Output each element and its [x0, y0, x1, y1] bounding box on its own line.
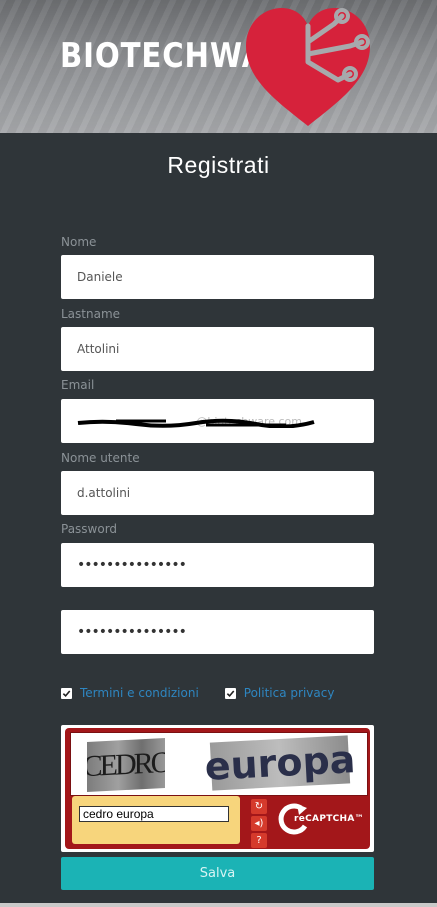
nome-label: Nome: [61, 235, 97, 249]
password-label: Password: [61, 522, 118, 536]
password-field[interactable]: •••••••••••••••: [61, 543, 374, 587]
page-title: Registrati: [167, 152, 270, 178]
email-redaction-mark: [77, 418, 315, 428]
help-icon[interactable]: ?: [251, 833, 267, 848]
recaptcha-widget: CEDRO europa cedro europa ↻ ◂) ? reCAPTC…: [65, 728, 370, 849]
header-banner: BIOTECHWARE: [0, 0, 437, 133]
terms-checkbox[interactable]: [61, 687, 72, 699]
captcha-response-input[interactable]: cedro europa: [79, 806, 229, 822]
username-value: d.attolini: [77, 486, 131, 500]
terms-link[interactable]: Termini e condizioni: [80, 686, 199, 700]
password-confirm-value: •••••••••••••••: [77, 624, 187, 640]
save-button[interactable]: Salva: [61, 857, 374, 890]
bottom-divider: [0, 903, 437, 907]
captcha-word-1: CEDRO: [87, 737, 165, 793]
captcha-challenge-image: CEDRO europa: [70, 732, 368, 796]
privacy-link[interactable]: Politica privacy: [244, 686, 335, 700]
captcha-word-2: europa: [203, 735, 357, 791]
captcha-container: CEDRO europa cedro europa ↻ ◂) ? reCAPTC…: [61, 725, 374, 852]
privacy-checkbox[interactable]: [224, 687, 236, 699]
password-confirm-field[interactable]: •••••••••••••••: [61, 610, 374, 654]
nome-value: Daniele: [77, 270, 123, 284]
username-label: Nome utente: [61, 451, 140, 465]
password-value: •••••••••••••••: [77, 557, 187, 573]
checkmark-icon: [62, 689, 71, 697]
nome-field[interactable]: Daniele: [61, 255, 374, 299]
lastname-value: Attolini: [77, 342, 120, 356]
lastname-label: Lastname: [61, 307, 121, 321]
heart-circuit-logo-icon: [246, 8, 370, 126]
checkmark-icon: [226, 689, 235, 697]
email-label: Email: [61, 378, 95, 392]
captcha-input-box: cedro europa: [72, 796, 240, 844]
recaptcha-logo-text: reCAPTCHA™: [294, 814, 364, 824]
audio-icon[interactable]: ◂): [251, 816, 267, 831]
lastname-field[interactable]: Attolini: [61, 327, 374, 371]
username-field[interactable]: d.attolini: [61, 471, 374, 515]
consent-checkboxes: Termini e condizioni Politica privacy: [61, 684, 360, 702]
refresh-icon[interactable]: ↻: [251, 799, 267, 814]
